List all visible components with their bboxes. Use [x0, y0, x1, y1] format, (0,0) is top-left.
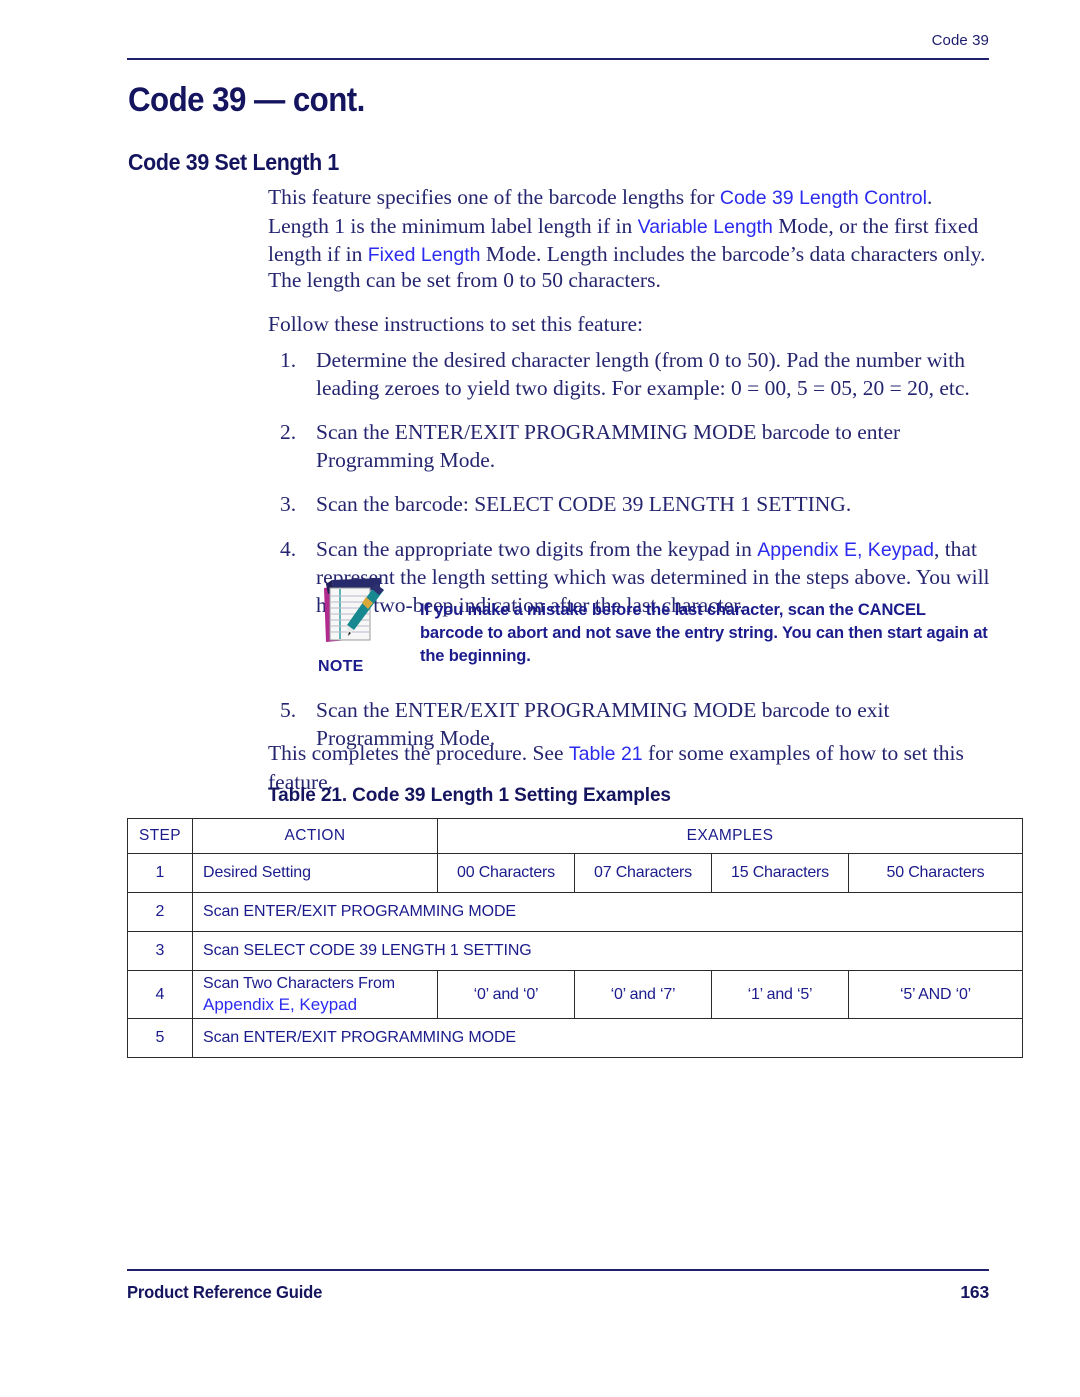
step-text: Scan the barcode: SELECT CODE 39 LENGTH … — [316, 492, 852, 516]
row-example-4: ‘5’ AND ‘0’ — [847, 970, 1024, 1019]
column-header-step: STEP — [127, 818, 193, 854]
link-code39-length-control[interactable]: Code 39 Length Control — [720, 187, 927, 209]
footer-rule — [127, 1269, 989, 1271]
row-example-3: 15 Characters — [711, 853, 849, 893]
running-header: Code 39 — [931, 32, 989, 49]
row-action: Scan ENTER/EXIT PROGRAMMING MODE — [191, 1018, 1024, 1058]
step-number: 4. — [280, 536, 297, 561]
closing-text-pre: This completes the procedure. See — [268, 741, 569, 765]
table-row: 1 Desired Setting 00 Characters 07 Chara… — [127, 853, 1024, 893]
table-row: 4 Scan Two Characters From Appendix E, Ke… — [127, 970, 1024, 1019]
link-appendix-e-keypad[interactable]: Appendix E, Keypad — [757, 539, 934, 561]
row-action: Scan SELECT CODE 39 LENGTH 1 SETTING — [191, 931, 1024, 971]
row-example-4: 50 Characters — [847, 853, 1024, 893]
intro-text-1: This feature specifies one of the barcod… — [268, 185, 720, 209]
row-step-number: 2 — [127, 892, 193, 932]
column-header-examples: EXAMPLES — [436, 818, 1024, 854]
chapter-title: Code 39 — cont. — [128, 81, 365, 119]
step-number: 5. — [280, 698, 297, 722]
link-variable-length[interactable]: Variable Length — [638, 216, 773, 238]
list-item: 3. Scan the barcode: SELECT CODE 39 LENG… — [280, 491, 992, 519]
header-rule — [127, 58, 989, 60]
step-text: Determine the desired character length (… — [316, 348, 970, 400]
row-step-number: 1 — [127, 853, 193, 893]
row-action: Scan ENTER/EXIT PROGRAMMING MODE — [191, 892, 1024, 932]
column-header-action: ACTION — [192, 818, 438, 854]
row-example-1: 00 Characters — [437, 853, 575, 893]
intro-text-4: Mode. Length includes the barcode’s data… — [480, 242, 986, 266]
step4-text-pre: Scan the appropriate two digits from the… — [316, 536, 758, 561]
list-item: 1. Determine the desired character lengt… — [280, 347, 992, 402]
note-text: If you make a mistake before the last ch… — [420, 601, 988, 665]
table-header-row: STEP ACTION EXAMPLES — [127, 818, 1024, 854]
table-row: 2 Scan ENTER/EXIT PROGRAMMING MODE — [127, 892, 1024, 932]
step-number: 1. — [280, 348, 297, 372]
link-fixed-length[interactable]: Fixed Length — [368, 244, 481, 266]
row-step-number: 5 — [127, 1018, 193, 1058]
row-step-number: 3 — [127, 931, 193, 971]
row-example-1: ‘0’ and ‘0’ — [437, 970, 575, 1019]
examples-table: STEP ACTION EXAMPLES 1 Desired Setting 0… — [127, 818, 1024, 1058]
row-step-number: 4 — [127, 970, 193, 1019]
section-title: Code 39 Set Length 1 — [128, 149, 339, 175]
notepad-pencil-icon — [318, 576, 394, 648]
list-item: 2. Scan the ENTER/EXIT PROGRAMMING MODE … — [280, 419, 992, 474]
length-range-line: The length can be set from 0 to 50 chara… — [268, 268, 661, 292]
table-row: 5 Scan ENTER/EXIT PROGRAMMING MODE — [127, 1018, 1024, 1058]
follow-instructions-line: Follow these instructions to set this fe… — [268, 312, 644, 336]
row-action: Desired Setting — [192, 853, 438, 893]
document-page: Code 39 Code 39 — cont. Code 39 Set Leng… — [0, 0, 1080, 1397]
footer-title: Product Reference Guide — [127, 1282, 323, 1302]
table-caption: Table 21. Code 39 Length 1 Setting Examp… — [268, 785, 671, 806]
row-example-2: ‘0’ and ‘7’ — [574, 970, 712, 1019]
row-action: Scan Two Characters From Appendix E, Keyp… — [192, 970, 438, 1019]
step-number: 3. — [280, 492, 297, 516]
note-label: NOTE — [318, 658, 364, 675]
row-action-label: Scan Two Characters From — [203, 974, 396, 992]
step-number: 2. — [280, 420, 297, 444]
page-footer: Product Reference Guide 163 — [127, 1282, 989, 1303]
link-appendix-e-keypad-table[interactable]: Appendix E, Keypad — [203, 995, 427, 1015]
intro-paragraph: This feature specifies one of the barcod… — [268, 184, 990, 270]
step-text: Scan the ENTER/EXIT PROGRAMMING MODE bar… — [316, 420, 901, 472]
row-example-2: 07 Characters — [574, 853, 712, 893]
link-table-21[interactable]: Table 21 — [569, 743, 643, 765]
page-number: 163 — [960, 1282, 989, 1302]
table-row: 3 Scan SELECT CODE 39 LENGTH 1 SETTING — [127, 931, 1024, 971]
row-example-3: ‘1’ and ‘5’ — [711, 970, 849, 1019]
